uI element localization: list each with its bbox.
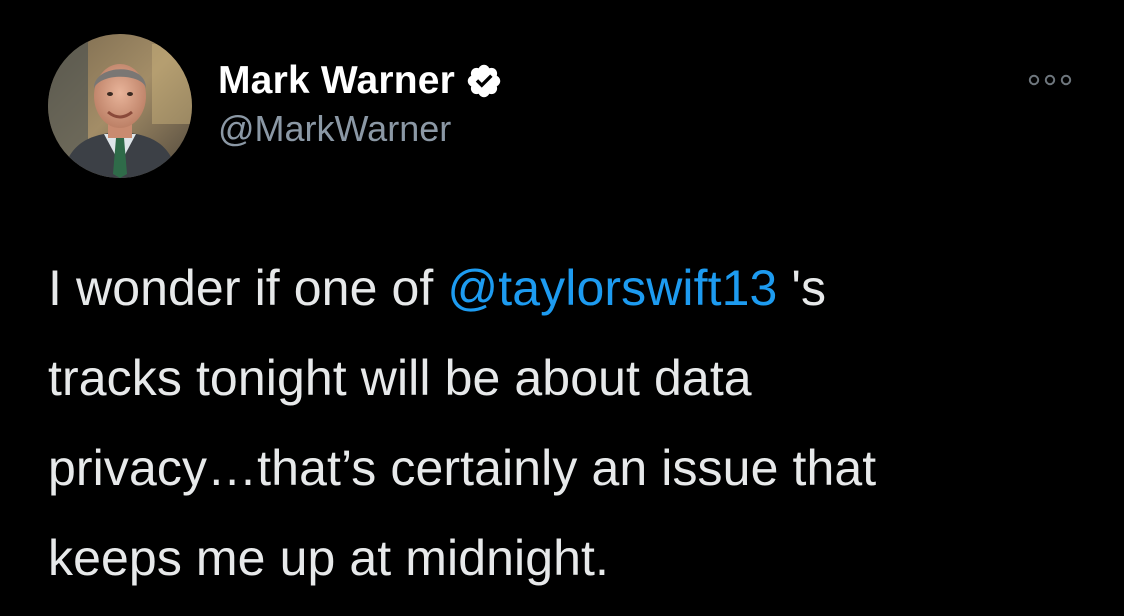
- author-handle[interactable]: @MarkWarner: [218, 108, 451, 150]
- profile-photo: [48, 34, 192, 178]
- tweet-text-line-4: keeps me up at midnight.: [48, 530, 610, 586]
- mention-link[interactable]: @taylorswift13: [447, 260, 777, 316]
- tweet-text-segment: I wonder if one of: [48, 260, 448, 316]
- display-name[interactable]: Mark Warner: [218, 59, 455, 103]
- tweet-text-line-3: privacy…that’s certainly an issue that: [48, 440, 877, 496]
- tweet-text: I wonder if one of @taylorswift13 's tra…: [48, 243, 1088, 603]
- tweet-text-line-1: I wonder if one of @taylorswift13 's: [48, 243, 1088, 333]
- tweet: Mark Warner @MarkWarner I wonder if one …: [0, 0, 1124, 616]
- tweet-text-line-2: tracks tonight will be about data: [48, 350, 752, 406]
- tweet-text-segment: 's: [777, 260, 827, 316]
- verified-badge-icon: [465, 62, 503, 100]
- author-name-row: Mark Warner: [218, 56, 503, 106]
- more-options-icon[interactable]: [1022, 64, 1078, 96]
- avatar[interactable]: [48, 34, 192, 178]
